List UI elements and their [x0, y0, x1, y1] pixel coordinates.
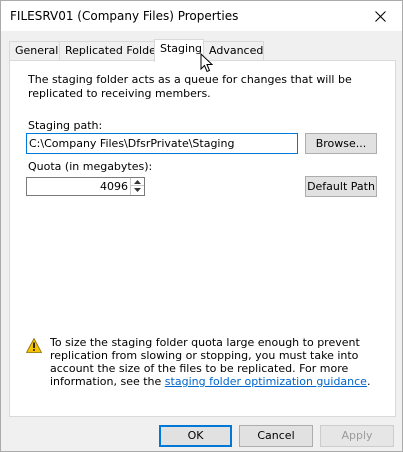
window-title: FILESRV01 (Company Files) Properties — [10, 9, 239, 23]
quota-spinner — [130, 178, 144, 195]
close-button[interactable] — [358, 1, 402, 31]
staging-panel: The staging folder acts as a queue for c… — [9, 60, 396, 417]
default-path-button[interactable]: Default Path — [305, 176, 377, 197]
warning-period: . — [366, 375, 371, 388]
quota-warning-text: To size the staging folder quota large e… — [50, 336, 386, 388]
optimization-guidance-link[interactable]: staging folder optimization guidance — [165, 375, 367, 388]
warning-icon — [26, 338, 42, 353]
apply-button[interactable]: Apply — [320, 425, 394, 447]
quota-label: Quota (in megabytes): — [28, 160, 153, 173]
quota-value[interactable]: 4096 — [100, 178, 128, 195]
close-icon — [374, 10, 386, 22]
tab-staging[interactable]: Staging — [154, 39, 204, 62]
properties-dialog: FILESRV01 (Company Files) Properties Gen… — [0, 0, 403, 452]
quota-stepper[interactable]: 4096 — [26, 177, 145, 196]
mouse-pointer-icon — [200, 53, 213, 73]
staging-description: The staging folder acts as a queue for c… — [28, 73, 352, 100]
spin-up-button[interactable] — [131, 178, 144, 186]
browse-button[interactable]: Browse... — [305, 133, 377, 154]
ok-button[interactable]: OK — [159, 425, 232, 447]
staging-path-label: Staging path: — [28, 119, 103, 132]
tab-replicated-folder[interactable]: Replicated Folder — [59, 41, 160, 61]
chevron-down-icon — [134, 188, 141, 192]
tab-general[interactable]: General — [9, 41, 60, 61]
chevron-up-icon — [134, 179, 141, 184]
staging-path-input[interactable]: C:\Company Files\DfsrPrivate\Staging — [26, 133, 298, 154]
spin-down-button[interactable] — [131, 186, 144, 194]
title-bar[interactable]: FILESRV01 (Company Files) Properties — [1, 1, 402, 31]
cancel-button[interactable]: Cancel — [239, 425, 313, 447]
